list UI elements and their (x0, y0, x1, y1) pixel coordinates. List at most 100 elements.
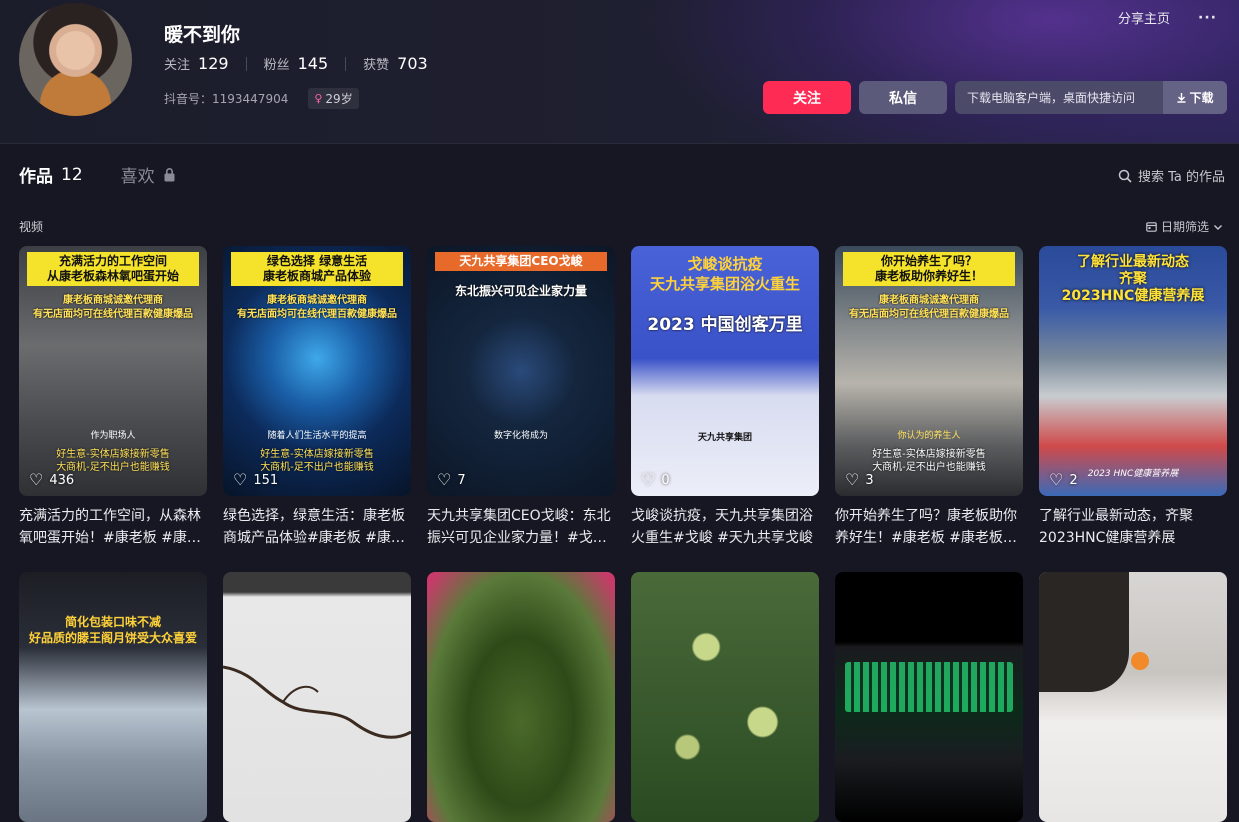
like-count-value: 0 (661, 472, 670, 488)
video-card[interactable] (427, 572, 615, 822)
tab-likes[interactable]: 喜欢 (121, 162, 176, 187)
video-thumbnail[interactable] (835, 572, 1023, 822)
tab-works-count: 12 (61, 164, 83, 185)
video-card[interactable] (223, 572, 411, 822)
follow-button[interactable]: 关注 (763, 81, 851, 114)
heart-icon: ♡ (437, 470, 452, 489)
thumb-caption-bottom: 好生意-实体店嫁接新零售 大商机-足不出户也能赚钱 (872, 449, 986, 473)
video-description[interactable]: 戈峻谈抗疫，天九共享集团浴火重生#戈峻 #天九共享戈峻 (631, 505, 819, 549)
vine-illustration (223, 665, 411, 739)
video-description[interactable]: 绿色选择，绿意生活：康老板商城产品体验#康老板 #康… (223, 505, 411, 549)
like-count: ♡ 151 (233, 472, 278, 488)
thumb-caption-small: 随着人们生活水平的提高 (267, 431, 367, 441)
video-card[interactable]: 你开始养生了吗？ 康老板助你养好生！ 康老板商城诚邀代理商 有无店面均可在线代理… (835, 246, 1023, 549)
person-illustration (1039, 572, 1129, 692)
video-description[interactable]: 充满活力的工作空间，从森林氧吧蛋开始！#康老板 #康… (19, 505, 207, 549)
profile-header: 暖不到你 关注 129 粉丝 145 获赞 703 抖音号：1193447904… (0, 0, 1239, 144)
douyin-id: 抖音号：1193447904 (164, 92, 289, 106)
fans-stat[interactable]: 粉丝 145 (264, 54, 329, 73)
video-description[interactable]: 了解行业最新动态，齐聚2023HNC健康营养展 (1039, 505, 1227, 549)
video-thumbnail[interactable]: 绿色选择 绿意生活 康老板商城产品体验 康老板商城诚邀代理商 有无店面均可在线代… (223, 246, 411, 496)
following-label: 关注 (164, 58, 191, 73)
video-thumbnail[interactable]: 你开始养生了吗？ 康老板助你养好生！ 康老板商城诚邀代理商 有无店面均可在线代理… (835, 246, 1023, 496)
video-card[interactable]: 天九共享集团CEO戈峻 东北振兴可见企业家力量 数字化将成为 ♡ 7 天九共享集团… (427, 246, 615, 549)
more-icon[interactable]: ··· (1198, 10, 1217, 26)
like-count-value: 3 (865, 472, 874, 488)
thumb-caption-top: 简化包装口味不减 好品质的滕王阁月饼受大众喜爱 (28, 615, 197, 645)
thumb-caption-top: 天九共享集团CEO戈峻 (435, 252, 607, 271)
calendar-icon (1146, 222, 1157, 232)
header-actions: 分享主页 ··· (1118, 8, 1217, 28)
video-thumbnail[interactable]: 简化包装口味不减 好品质的滕王阁月饼受大众喜爱 (19, 572, 207, 822)
thumb-caption-top: 你开始养生了吗？ 康老板助你养好生！ (843, 252, 1015, 286)
video-description[interactable]: 天九共享集团CEO戈峻：东北振兴可见企业家力量！#戈… (427, 505, 615, 549)
tab-works-label: 作品 (19, 167, 53, 187)
thumb-caption-top: 了解行业最新动态 齐聚 2023HNC健康营养展 (1061, 254, 1205, 304)
search-icon (1118, 169, 1132, 183)
video-thumbnail[interactable] (223, 572, 411, 822)
video-description[interactable]: 你开始养生了吗？康老板助你养好生！#康老板 #康老板… (835, 505, 1023, 549)
orange-illustration (1131, 652, 1149, 670)
search-works-button[interactable]: 搜索 Ta 的作品 (1118, 166, 1225, 185)
profile-tabs: 作品 12 喜欢 (19, 162, 176, 187)
download-client-bar[interactable]: 下载电脑客户端，桌面快捷访问 下载 (955, 81, 1227, 114)
age-value: 29岁 (325, 92, 353, 106)
lock-icon (164, 168, 175, 182)
heart-icon: ♡ (845, 470, 860, 489)
video-thumbnail[interactable]: 充满活力的工作空间 从康老板森林氧吧蛋开始 康老板商城诚邀代理商 有无店面均可在… (19, 246, 207, 496)
video-thumbnail[interactable]: 了解行业最新动态 齐聚 2023HNC健康营养展 2023 HNC健康营养展 ♡… (1039, 246, 1227, 496)
video-thumbnail[interactable]: 戈峻谈抗疫 天九共享集团浴火重生 2023 中国创客万里 天九共享集团 ♡ 0 (631, 246, 819, 496)
download-client-text[interactable]: 下载电脑客户端，桌面快捷访问 (955, 89, 1163, 106)
video-card[interactable]: 简化包装口味不减 好品质的滕王阁月饼受大众喜爱 (19, 572, 207, 822)
thumb-caption-bottom: 好生意-实体店嫁接新零售 大商机-足不出户也能赚钱 (56, 449, 170, 473)
thumb-caption-mid: 东北振兴可见企业家力量 (454, 284, 587, 298)
download-label: 下载 (1189, 91, 1214, 105)
nickname: 暖不到你 (164, 24, 241, 46)
fans-label: 粉丝 (263, 58, 290, 73)
thumb-caption-small: 数字化将成为 (493, 431, 548, 441)
download-icon (1177, 93, 1186, 103)
profile-stats: 关注 129 粉丝 145 获赞 703 (164, 54, 428, 73)
video-card[interactable]: 戈峻谈抗疫 天九共享集团浴火重生 2023 中国创客万里 天九共享集团 ♡ 0 戈… (631, 246, 819, 549)
video-card[interactable]: 了解行业最新动态 齐聚 2023HNC健康营养展 2023 HNC健康营养展 ♡… (1039, 246, 1227, 549)
like-count-value: 7 (457, 472, 466, 488)
video-card[interactable] (835, 572, 1023, 822)
video-thumbnail[interactable]: 天九共享集团CEO戈峻 东北振兴可见企业家力量 数字化将成为 ♡ 7 (427, 246, 615, 496)
video-card[interactable] (631, 572, 819, 822)
likes-stat: 获赞 703 (363, 54, 428, 73)
video-card[interactable]: 充满活力的工作空间 从康老板森林氧吧蛋开始 康老板商城诚邀代理商 有无店面均可在… (19, 246, 207, 549)
heart-icon: ♡ (233, 470, 248, 489)
date-filter-label: 日期筛选 (1160, 220, 1209, 234)
video-card[interactable] (1039, 572, 1227, 822)
like-count: ♡ 2 (1049, 472, 1078, 488)
thumb-caption-mid: 康老板商城诚邀代理商 有无店面均可在线代理百款健康爆品 (237, 295, 397, 320)
heart-icon: ♡ (29, 470, 44, 489)
video-thumbnail[interactable] (631, 572, 819, 822)
following-stat[interactable]: 关注 129 (164, 54, 229, 73)
download-button[interactable]: 下载 (1163, 81, 1227, 114)
search-works-label: 搜索 Ta 的作品 (1137, 170, 1225, 185)
thumb-caption-top: 充满活力的工作空间 从康老板森林氧吧蛋开始 (27, 252, 199, 286)
keyboard-illustration (845, 662, 1013, 712)
like-count: ♡ 7 (437, 472, 466, 488)
likes-count: 703 (397, 54, 428, 73)
tab-likes-label: 喜欢 (120, 167, 155, 187)
video-thumbnail[interactable] (427, 572, 615, 822)
date-filter-dropdown[interactable]: 日期筛选 (1146, 218, 1223, 235)
share-homepage-link[interactable]: 分享主页 (1118, 8, 1170, 27)
following-count: 129 (198, 54, 229, 73)
profile-meta: 抖音号：1193447904 ♀ 29岁 (164, 88, 359, 109)
like-count: ♡ 0 (641, 472, 670, 488)
like-count-value: 151 (253, 472, 279, 488)
chevron-down-icon (1214, 224, 1222, 230)
video-thumbnail[interactable] (1039, 572, 1227, 822)
tab-works[interactable]: 作品 12 (19, 162, 83, 188)
heart-icon: ♡ (641, 470, 656, 489)
message-button[interactable]: 私信 (859, 81, 947, 114)
like-count-value: 2 (1069, 472, 1078, 488)
video-card[interactable]: 绿色选择 绿意生活 康老板商城产品体验 康老板商城诚邀代理商 有无店面均可在线代… (223, 246, 411, 549)
heart-icon: ♡ (1049, 470, 1064, 489)
stat-divider (345, 56, 347, 71)
thumb-caption-top: 绿色选择 绿意生活 康老板商城产品体验 (231, 252, 403, 286)
avatar[interactable] (19, 3, 132, 116)
